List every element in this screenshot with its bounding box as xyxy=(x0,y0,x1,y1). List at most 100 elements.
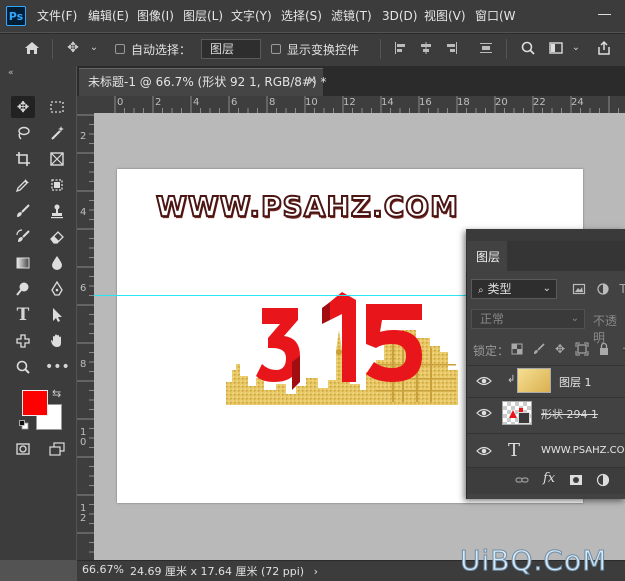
add-mask-icon[interactable] xyxy=(569,473,583,487)
magic-wand-tool-icon[interactable] xyxy=(45,122,69,144)
menu-file[interactable]: 文件(F) xyxy=(37,8,77,24)
separator xyxy=(380,39,381,59)
filter-pixel-icon[interactable] xyxy=(572,282,586,296)
filter-label: 类型 xyxy=(487,282,512,296)
menu-view[interactable]: 视图(V) xyxy=(424,8,466,24)
blur-tool-icon[interactable] xyxy=(45,252,69,274)
chevron-right-icon[interactable]: › xyxy=(314,565,318,578)
filter-type-icon[interactable]: T xyxy=(616,282,625,296)
menu-layer[interactable]: 图层(L) xyxy=(183,8,223,24)
lasso-tool-icon[interactable] xyxy=(11,122,35,144)
layer-thumbnail[interactable] xyxy=(517,368,551,393)
vertical-ruler[interactable]: 2 4 6 8 1 0 1 2 xyxy=(77,113,95,560)
chevron-down-icon[interactable]: ⌄ xyxy=(568,40,584,56)
lock-artboard-icon[interactable] xyxy=(575,342,589,356)
search-icon[interactable] xyxy=(520,40,536,56)
ruler-label: 16 xyxy=(419,97,432,108)
lock-transparent-icon[interactable] xyxy=(510,342,524,356)
home-icon[interactable] xyxy=(24,40,40,56)
move-tool-preset-icon[interactable]: ✥ xyxy=(65,40,81,56)
lock-all-icon[interactable] xyxy=(597,342,611,356)
lock-position-icon[interactable]: ✥ xyxy=(553,342,567,356)
menu-3d[interactable]: 3D(D) xyxy=(382,8,417,24)
chevron-down-icon[interactable]: ⌄ xyxy=(86,40,102,56)
ruler-label: 6 xyxy=(231,97,238,108)
ruler-label: 4 xyxy=(80,207,87,218)
object-selection-tool-icon[interactable] xyxy=(45,174,69,196)
photoshop-logo-icon[interactable]: Ps xyxy=(6,6,26,26)
visibility-eye-icon[interactable] xyxy=(476,405,492,421)
visibility-eye-icon[interactable] xyxy=(476,443,492,459)
foreground-color-swatch[interactable] xyxy=(22,390,48,416)
default-colors-icon[interactable] xyxy=(19,419,29,430)
history-brush-tool-icon[interactable] xyxy=(11,226,35,248)
collapse-panel-icon[interactable]: « xyxy=(8,68,14,78)
screen-mode-icon[interactable] xyxy=(45,438,69,460)
auto-select-target-dropdown[interactable]: 图层 xyxy=(201,39,261,59)
eraser-tool-icon[interactable] xyxy=(45,226,69,248)
align-center-icon[interactable] xyxy=(418,40,434,56)
layers-panel-header[interactable] xyxy=(466,229,625,241)
ruler-label: 4 xyxy=(193,97,200,108)
blend-mode-value: 正常 xyxy=(480,312,505,326)
link-layers-icon[interactable] xyxy=(515,473,529,487)
show-transform-checkbox[interactable] xyxy=(271,44,281,54)
menu-filter[interactable]: 滤镜(T) xyxy=(331,8,372,24)
layer-name[interactable]: 形状 294 1 xyxy=(541,406,598,422)
more-tools-icon[interactable]: ••• xyxy=(45,356,70,378)
hand-tool-icon[interactable] xyxy=(45,330,69,352)
distribute-icon[interactable] xyxy=(478,40,494,56)
align-right-icon[interactable] xyxy=(443,40,459,56)
layer-filter-dropdown[interactable]: ⌕ 类型 ⌄ xyxy=(471,279,557,299)
minimize-window-button[interactable] xyxy=(590,4,620,24)
document-size-text: 24.69 厘米 x 17.64 厘米 (72 ppi) xyxy=(130,565,305,578)
fill-label-truncated: · xyxy=(617,342,625,356)
align-left-icon[interactable] xyxy=(393,40,409,56)
gradient-tool-icon[interactable] xyxy=(11,252,35,274)
menu-window[interactable]: 窗口(W xyxy=(475,8,516,24)
custom-shape-tool-icon[interactable] xyxy=(11,330,35,352)
opacity-label: 不透明 xyxy=(593,314,618,345)
ruler-label: 0 xyxy=(117,97,124,108)
layer-effects-icon[interactable]: fx xyxy=(543,471,555,486)
frame-tool-icon[interactable] xyxy=(45,148,69,170)
stamp-tool-icon[interactable] xyxy=(45,200,69,222)
adjustment-layer-icon[interactable] xyxy=(596,473,610,487)
close-tab-icon[interactable]: × xyxy=(307,73,317,87)
layer-name[interactable]: 图层 1 xyxy=(559,374,592,390)
dodge-tool-icon[interactable] xyxy=(11,278,35,300)
lock-label: 锁定： xyxy=(473,344,510,358)
quick-mask-icon[interactable] xyxy=(11,438,35,460)
type-tool-icon[interactable]: T xyxy=(11,304,35,326)
menu-edit[interactable]: 编辑(E) xyxy=(88,8,129,24)
brush-tool-icon[interactable] xyxy=(11,200,35,222)
art-315-city xyxy=(226,292,458,405)
document-info[interactable]: 24.69 厘米 x 17.64 厘米 (72 ppi) › xyxy=(130,563,318,579)
zoom-tool-icon[interactable] xyxy=(11,356,35,378)
canvas-watermark-text: WWW.PSAHZ.COM xyxy=(155,189,459,224)
path-selection-tool-icon[interactable] xyxy=(45,304,69,326)
share-icon[interactable] xyxy=(596,40,612,56)
menu-type[interactable]: 文字(Y) xyxy=(231,8,272,24)
blend-mode-dropdown[interactable]: 正常 ⌄ xyxy=(471,309,585,329)
guide-line[interactable] xyxy=(94,295,467,296)
filter-adjustment-icon[interactable] xyxy=(596,282,610,296)
eyedropper-tool-icon[interactable] xyxy=(11,174,35,196)
workspace-icon[interactable] xyxy=(548,40,564,56)
menu-select[interactable]: 选择(S) xyxy=(281,8,322,24)
pen-tool-icon[interactable] xyxy=(45,278,69,300)
ruler-label: 12 xyxy=(343,97,356,108)
menu-image[interactable]: 图像(I) xyxy=(137,8,174,24)
crop-tool-icon[interactable] xyxy=(11,148,35,170)
swap-colors-icon[interactable]: ⇆ xyxy=(52,387,61,400)
ruler-label: 22 xyxy=(533,97,546,108)
lock-image-icon[interactable] xyxy=(532,342,546,356)
zoom-level[interactable]: 66.67% xyxy=(82,563,124,576)
text-layer-icon[interactable]: T xyxy=(508,440,520,461)
layer-name[interactable]: WWW.PSAHZ.COM xyxy=(541,445,625,456)
visibility-eye-icon[interactable] xyxy=(476,373,492,389)
auto-select-checkbox[interactable] xyxy=(115,44,125,54)
horizontal-ruler[interactable]: 0 2 4 6 8 10 12 14 16 18 20 22 24 xyxy=(77,96,625,114)
marquee-tool-icon[interactable] xyxy=(45,96,69,118)
move-tool-icon[interactable]: ✥ xyxy=(11,96,35,118)
